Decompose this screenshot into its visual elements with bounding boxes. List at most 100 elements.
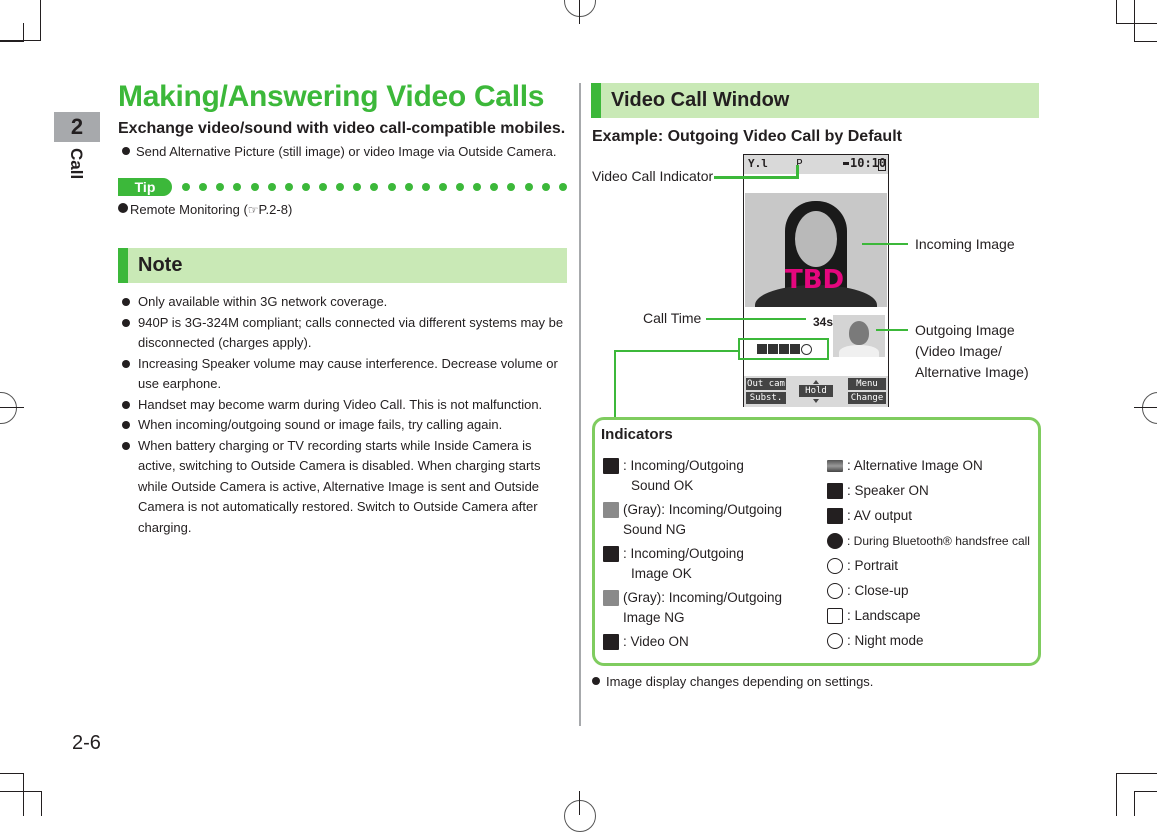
sound-ng-icon xyxy=(603,502,619,518)
softkey-out-cam[interactable]: Out cam xyxy=(746,378,786,390)
registration-mark-left xyxy=(0,392,17,424)
indicator-text: : Night mode xyxy=(847,633,924,648)
indicator-entry: (Gray): Incoming/Outgoing Image NG xyxy=(603,588,823,628)
callout-line-outgoing xyxy=(876,329,908,331)
indicator-text: Sound NG xyxy=(623,522,687,537)
bullet-icon xyxy=(118,203,128,213)
note-item: 940P is 3G-324M compliant; calls connect… xyxy=(122,313,568,354)
indicator-text: : Alternative Image ON xyxy=(847,458,983,473)
callout-video-call-indicator: Video Call Indicator xyxy=(592,168,714,184)
registration-mark-top-line xyxy=(579,0,580,24)
final-note-text: Image display changes depending on setti… xyxy=(606,674,874,689)
registration-mark-top xyxy=(564,0,596,17)
registration-mark-bottom-line xyxy=(579,791,580,815)
indicator-text: Image NG xyxy=(623,610,685,625)
indicator-text: : Speaker ON xyxy=(847,483,929,498)
portrait-icon xyxy=(827,558,843,574)
nav-key-icon xyxy=(813,380,819,384)
person-face xyxy=(849,321,869,345)
bullet-icon xyxy=(122,298,130,306)
note-item-text: When battery charging or TV recording st… xyxy=(138,437,541,535)
indicator-entry: : During Bluetooth® handsfree call xyxy=(827,531,1037,551)
note-item-text: Increasing Speaker volume may cause inte… xyxy=(138,355,558,392)
night-mode-icon xyxy=(827,633,843,649)
indicator-text: : Close-up xyxy=(847,583,909,598)
bullet-icon xyxy=(122,400,130,409)
intro-bullet-text: Send Alternative Picture (still image) o… xyxy=(136,144,557,159)
signal-icon: Y.l xyxy=(748,157,768,170)
note-item: Handset may become warm during Video Cal… xyxy=(122,395,568,416)
softkey-change[interactable]: Change xyxy=(848,392,886,404)
indicator-entry: : AV output xyxy=(827,506,1037,526)
registration-mark-left-line xyxy=(0,407,24,408)
note-item-text: Only available within 3G network coverag… xyxy=(138,294,388,309)
softkey-hold[interactable]: Hold xyxy=(799,385,833,397)
softkey-menu[interactable]: Menu xyxy=(848,378,886,390)
outgoing-image xyxy=(833,315,885,357)
column-divider xyxy=(579,83,581,726)
video-call-window-heading: Video Call Window xyxy=(611,89,790,111)
note-item: When battery charging or TV recording st… xyxy=(122,436,568,539)
indicator-entry: : Night mode xyxy=(827,631,1037,651)
bullet-icon xyxy=(122,359,130,368)
nav-key-icon xyxy=(813,399,819,403)
bullet-icon xyxy=(122,147,130,155)
chapter-number-tab: 2 xyxy=(54,112,100,142)
indicators-title: Indicators xyxy=(601,426,673,443)
callout-outgoing-image: Outgoing Image (Video Image/ Alternative… xyxy=(915,320,1029,383)
image-ok-icon xyxy=(603,546,619,562)
indicator-text: Image OK xyxy=(631,566,692,581)
page-subtitle: Exchange video/sound with video call-com… xyxy=(118,120,566,137)
indicator-entry: (Gray): Incoming/Outgoing Sound NG xyxy=(603,500,823,540)
chapter-label: Call xyxy=(67,148,86,180)
softkey-bar: Out cam Subst. Hold Menu Change xyxy=(744,376,888,407)
softkey-subst[interactable]: Subst. xyxy=(746,392,786,404)
indicator-highlight-box xyxy=(738,338,829,360)
indicator-text: : Incoming/Outgoing xyxy=(623,546,744,561)
callout-call-time: Call Time xyxy=(643,310,702,326)
callout-outgoing-line2: (Video Image/ xyxy=(915,343,1002,359)
indicator-text: : During Bluetooth® handsfree call xyxy=(847,534,1030,548)
call-time-display: 34s xyxy=(813,315,834,329)
indicator-text: (Gray): Incoming/Outgoing xyxy=(623,590,783,605)
speaker-on-icon xyxy=(827,483,843,499)
status-bar: Y.l P 10:10 xyxy=(744,155,888,174)
indicator-entry: : Incoming/Outgoing Sound OK xyxy=(603,456,823,496)
final-note: Image display changes depending on setti… xyxy=(592,672,873,692)
note-item-text: 940P is 3G-324M compliant; calls connect… xyxy=(138,314,564,351)
page-title: Making/Answering Video Calls xyxy=(118,80,545,113)
indicator-entry: : Alternative Image ON xyxy=(827,456,1037,476)
indicator-text: : Landscape xyxy=(847,608,921,623)
indicator-text: : AV output xyxy=(847,508,913,523)
av-output-icon xyxy=(827,508,843,524)
landscape-icon xyxy=(827,608,843,624)
indicator-text: (Gray): Incoming/Outgoing xyxy=(623,502,783,517)
callout-line-indicator xyxy=(714,176,798,179)
person-face xyxy=(795,211,837,267)
callout-line-calltime xyxy=(706,318,806,320)
phone-screen: Y.l P 10:10 TBD 34s Out cam Subst. Hold … xyxy=(743,154,889,407)
bullet-icon xyxy=(592,677,600,685)
alternative-image-icon xyxy=(827,460,843,472)
bullet-icon xyxy=(122,421,130,429)
registration-mark-bottom xyxy=(564,800,596,832)
intro-bullet: Send Alternative Picture (still image) o… xyxy=(122,142,557,162)
note-item: When incoming/outgoing sound or image fa… xyxy=(122,415,568,436)
callout-line-indicators-v xyxy=(614,350,616,420)
callout-incoming-image: Incoming Image xyxy=(915,236,1015,252)
crop-mark-bottom-left-inner xyxy=(0,791,42,816)
tbd-placeholder: TBD xyxy=(785,265,845,295)
note-item-text: When incoming/outgoing sound or image fa… xyxy=(138,417,503,432)
registration-mark-right xyxy=(1142,392,1157,424)
callout-outgoing-line1: Outgoing Image xyxy=(915,322,1015,338)
crop-mark-top-right-inner xyxy=(1134,0,1157,42)
callout-line-indicators-h xyxy=(614,350,740,352)
callout-line-indicator-v xyxy=(796,165,799,179)
indicators-right-column: : Alternative Image ON : Speaker ON : AV… xyxy=(827,456,1037,656)
tip-item: Remote Monitoring (☞P.2-8) xyxy=(118,200,292,220)
incoming-image: TBD xyxy=(745,193,887,307)
close-up-icon xyxy=(827,583,843,599)
tip-page-reference[interactable]: P.2-8) xyxy=(259,202,293,217)
tip-item-text: Remote Monitoring ( xyxy=(130,202,248,217)
indicator-text: : Portrait xyxy=(847,558,899,573)
